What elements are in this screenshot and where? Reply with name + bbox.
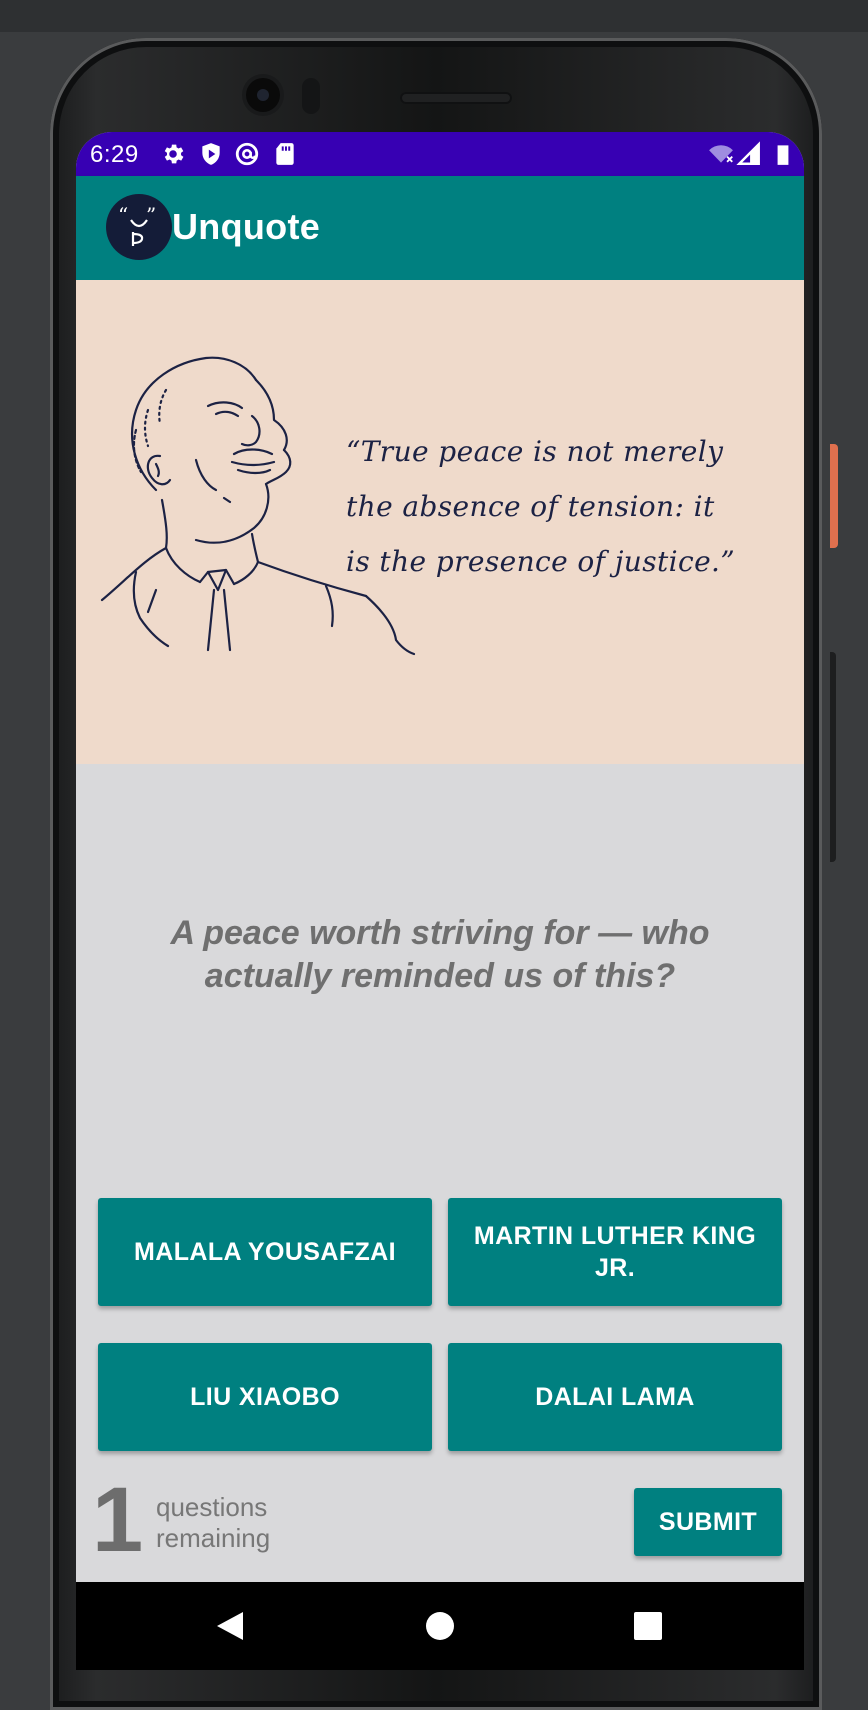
quote-panel: “True peace is not merely the absence of… [76, 280, 804, 764]
recents-square-icon [634, 1612, 662, 1640]
home-button[interactable] [414, 1600, 466, 1652]
answer-button-2[interactable]: MARTIN LUTHER KING JR. [448, 1198, 782, 1306]
navigation-bar [76, 1582, 804, 1670]
app-bar: “ ” Unquote [76, 176, 804, 280]
quote-text: “True peace is not merely the absence of… [346, 424, 786, 589]
quote-line: the absence of tension: it [346, 490, 715, 523]
shield-icon [202, 143, 220, 165]
gear-icon [164, 144, 184, 164]
remaining-label: questions remaining [156, 1492, 271, 1553]
signal-icon [736, 141, 760, 165]
quote-line: is the presence of justice.” [346, 545, 736, 578]
front-camera [246, 78, 280, 112]
svg-text:”: ” [146, 203, 156, 227]
status-bar: 6:29 [76, 132, 804, 176]
recents-button[interactable] [622, 1600, 674, 1652]
svg-text:“: “ [118, 203, 128, 227]
emulator-top-strip [0, 0, 868, 32]
volume-button[interactable] [830, 652, 836, 862]
battery-icon [777, 145, 789, 165]
answer-button-4[interactable]: DALAI LAMA [448, 1343, 782, 1451]
home-circle-icon [426, 1612, 454, 1640]
unquote-logo-icon: “ ” [106, 194, 172, 260]
wifi-off-icon [709, 145, 733, 163]
back-button[interactable] [204, 1600, 256, 1652]
power-button[interactable] [830, 444, 838, 548]
answer-button-3[interactable]: LIU XIAOBO [98, 1343, 432, 1451]
phone-screen: 6:29 “ ” Unquote “True peace is not mere… [76, 132, 804, 1670]
quote-line: “True peace is not merely [346, 435, 724, 468]
back-triangle-icon [217, 1612, 243, 1640]
remaining-count: 1 [92, 1469, 144, 1571]
earpiece-speaker [400, 92, 512, 104]
submit-button[interactable]: SUBMIT [634, 1488, 782, 1556]
app-title: Unquote [172, 206, 321, 247]
sd-card-icon [276, 143, 294, 165]
proximity-sensor [302, 78, 320, 114]
status-time: 6:29 [90, 141, 139, 168]
at-sign-icon [235, 142, 259, 166]
answer-button-1[interactable]: MALALA YOUSAFZAI [98, 1198, 432, 1306]
question-text: A peace worth striving for — who actuall… [170, 914, 710, 995]
